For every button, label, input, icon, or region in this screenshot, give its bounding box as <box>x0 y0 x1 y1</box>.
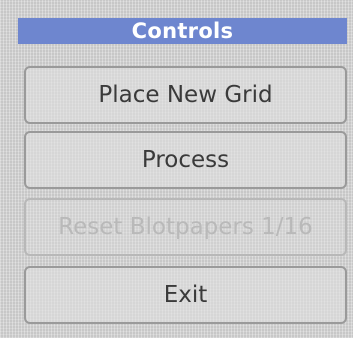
controls-panel: Controls Place New Grid Process Reset Bl… <box>0 0 353 338</box>
place-new-grid-button[interactable]: Place New Grid <box>24 66 347 124</box>
exit-button[interactable]: Exit <box>24 266 347 324</box>
controls-title: Controls <box>18 18 347 44</box>
process-button[interactable]: Process <box>24 131 347 189</box>
reset-blotpapers-button[interactable]: Reset Blotpapers 1/16 <box>24 198 347 256</box>
